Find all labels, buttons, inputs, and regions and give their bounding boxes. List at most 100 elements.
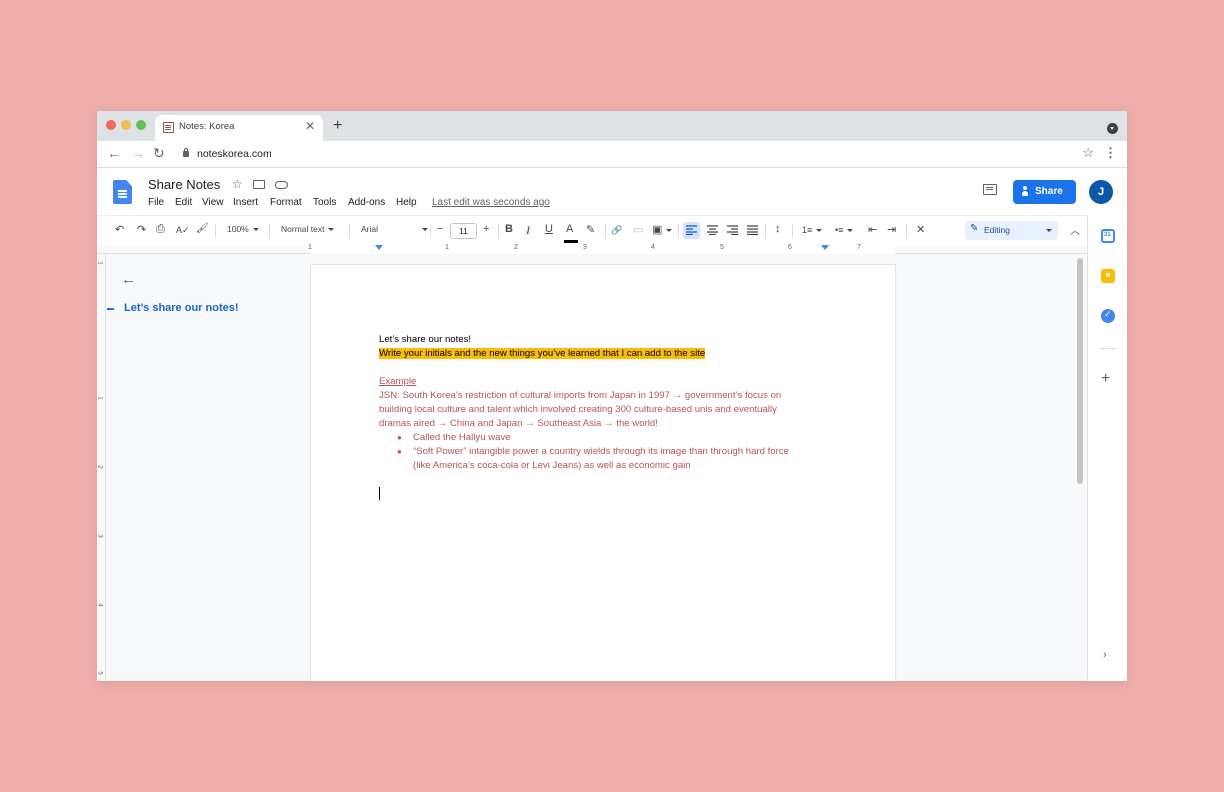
numbered-list-icon[interactable]: 1≡	[802, 225, 823, 235]
decrease-font-size-icon[interactable]: −	[437, 223, 443, 235]
increase-font-size-icon[interactable]: +	[483, 223, 489, 235]
example-paragraph-line: building local culture and talent which …	[379, 404, 777, 415]
spellcheck-icon[interactable]: A✓	[176, 225, 190, 236]
show-side-panel-icon[interactable]: ›	[1103, 649, 1107, 661]
style-select[interactable]: Normal text	[281, 224, 335, 234]
text-color-icon[interactable]: A	[566, 223, 573, 235]
docs-logo-icon[interactable]	[113, 180, 132, 204]
maximize-window-button[interactable]	[136, 120, 146, 130]
zoom-select[interactable]: 100%	[227, 224, 259, 234]
outline-item[interactable]: Let’s share our notes!	[124, 302, 239, 314]
align-justify-icon[interactable]	[747, 225, 758, 235]
star-icon[interactable]: ☆	[232, 177, 243, 191]
decrease-indent-icon[interactable]: ⇤	[868, 223, 877, 236]
minimize-window-button[interactable]	[121, 120, 131, 130]
chevron-down-icon	[252, 228, 259, 232]
tasks-icon[interactable]	[1101, 309, 1115, 323]
reload-button[interactable]: ↻	[153, 145, 165, 162]
align-center-icon[interactable]	[707, 225, 718, 235]
menu-edit[interactable]: Edit	[175, 197, 192, 208]
keep-icon[interactable]	[1101, 269, 1115, 283]
document-title[interactable]: Share Notes	[148, 177, 220, 192]
undo-icon[interactable]: ↶	[115, 223, 124, 236]
editing-mode-select[interactable]: ✎ Editing	[965, 221, 1058, 240]
ruler-label: 2	[514, 244, 518, 251]
add-comment-icon[interactable]: ▭	[633, 223, 643, 236]
font-select[interactable]: Arial	[361, 224, 429, 234]
outline-marker	[107, 308, 114, 310]
browser-tab[interactable]: Notes: Korea ✕	[155, 115, 323, 141]
comment-history-icon[interactable]	[983, 184, 997, 195]
align-right-icon[interactable]	[727, 225, 738, 235]
document-body[interactable]: Let’s share our notes! Write your initia…	[379, 333, 829, 473]
highlight-color-icon[interactable]: ✎	[586, 223, 595, 236]
toolbar-divider	[498, 224, 499, 238]
ruler-track	[310, 245, 895, 254]
toolbar-divider	[349, 224, 350, 238]
font-size-field[interactable]: 11	[450, 223, 477, 239]
bullet-icon: ●	[397, 447, 402, 456]
horizontal-ruler[interactable]: 1 1 2 3 4 5 6 7	[97, 244, 1087, 254]
menu-tools[interactable]: Tools	[313, 197, 336, 208]
highlighted-instruction: Write your initials and the new things y…	[379, 348, 706, 359]
redo-icon[interactable]: ↷	[137, 223, 146, 236]
chevron-down-icon	[422, 228, 429, 232]
new-tab-button[interactable]: +	[333, 117, 342, 135]
insert-image-icon[interactable]: ▣	[652, 223, 673, 236]
menu-file[interactable]: File	[148, 197, 164, 208]
vertical-ruler[interactable]: 1 1 2 3 4 5	[97, 254, 106, 681]
calendar-icon[interactable]	[1101, 229, 1115, 243]
editing-mode-label: Editing	[984, 225, 1010, 235]
url-field[interactable]: noteskorea.com ☆	[175, 144, 1102, 164]
link-icon[interactable]: 🔗	[611, 225, 622, 236]
close-window-button[interactable]	[106, 120, 116, 130]
bulleted-list-icon[interactable]: •≡	[835, 225, 854, 235]
vertical-ruler-label: 5	[97, 671, 103, 675]
ruler-label: 1	[308, 244, 312, 251]
menu-insert[interactable]: Insert	[233, 197, 258, 208]
print-icon[interactable]: ⎙	[156, 223, 165, 236]
increase-indent-icon[interactable]: ⇥	[887, 223, 896, 236]
url-text[interactable]: noteskorea.com	[197, 148, 272, 160]
get-addons-icon[interactable]: +	[1101, 370, 1110, 388]
document-page[interactable]: Let’s share our notes! Write your initia…	[311, 265, 895, 681]
right-indent-marker[interactable]	[821, 245, 829, 250]
left-indent-marker[interactable]	[375, 245, 383, 250]
line-spacing-icon[interactable]: ↕	[775, 223, 781, 235]
side-panel: + ›	[1087, 215, 1127, 681]
menu-help[interactable]: Help	[396, 197, 417, 208]
move-folder-icon[interactable]	[253, 180, 265, 189]
doc-heading-line: Let’s share our notes!	[379, 334, 472, 345]
avatar[interactable]: J	[1089, 180, 1113, 204]
list-item: ● “Soft Power” intangible power a countr…	[397, 445, 829, 473]
tab-search-icon[interactable]	[1107, 123, 1118, 134]
menu-addons[interactable]: Add-ons	[348, 197, 385, 208]
formatting-toolbar: ↶ ↷ ⎙ A✓ 🖌 100% Normal text Arial − 11 +…	[97, 215, 1087, 245]
menu-format[interactable]: Format	[270, 197, 302, 208]
style-value: Normal text	[281, 224, 325, 234]
share-button[interactable]: Share	[1013, 180, 1076, 204]
bold-icon[interactable]: B	[505, 223, 513, 235]
close-tab-icon[interactable]: ✕	[305, 119, 315, 133]
italic-icon[interactable]: I	[526, 223, 530, 238]
address-bar: ← → ↻ noteskorea.com ☆ ⋮	[97, 141, 1127, 168]
forward-button[interactable]: →	[131, 145, 145, 161]
list-item: ● Called the Hallyu wave	[397, 431, 829, 445]
clear-formatting-icon[interactable]: ✕	[916, 223, 925, 236]
bookmark-star-icon[interactable]: ☆	[1082, 145, 1094, 161]
chevron-down-icon	[1046, 229, 1052, 232]
back-button[interactable]: ←	[107, 145, 121, 161]
lock-icon[interactable]	[183, 148, 189, 157]
underline-icon[interactable]: U	[545, 223, 553, 235]
hide-menus-icon[interactable]: ︿	[1070, 222, 1080, 237]
paint-format-icon[interactable]: 🖌	[196, 223, 209, 234]
font-value: Arial	[361, 224, 379, 234]
cloud-status-icon[interactable]	[275, 181, 288, 189]
vertical-scrollbar[interactable]	[1077, 258, 1083, 484]
last-edit-link[interactable]: Last edit was seconds ago	[432, 197, 550, 208]
chrome-menu-icon[interactable]: ⋮	[1104, 145, 1117, 161]
close-outline-icon[interactable]: ←	[121, 271, 136, 288]
example-paragraph-line: dramas aired → China and Japan → Southea…	[379, 418, 658, 429]
menu-view[interactable]: View	[202, 197, 224, 208]
